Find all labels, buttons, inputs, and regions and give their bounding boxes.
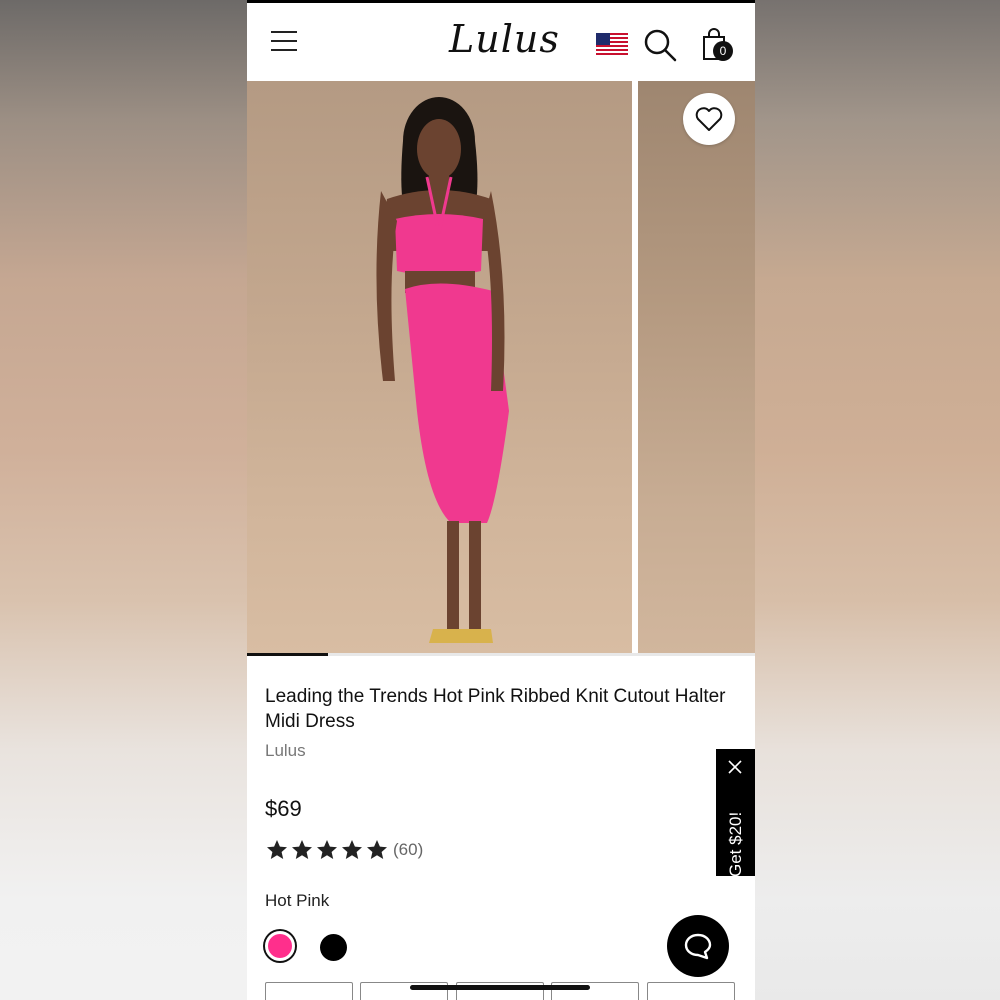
star-icon [267,840,287,859]
cart-count-badge: 0 [713,41,733,61]
review-count[interactable]: (60) [393,840,423,860]
star-icon [292,840,312,859]
home-indicator [410,985,590,990]
product-price: $69 [265,796,302,821]
phone-screen: Lulus 0 Leading the Trends Hot Pink Ribb… [247,0,755,1000]
logo[interactable]: Lulus [449,17,560,61]
search-icon[interactable] [643,28,677,62]
selected-color-label: Hot Pink [265,891,330,910]
product-brand[interactable]: Lulus [265,741,306,761]
color-swatch-black[interactable] [320,934,347,961]
chat-bubble-icon [684,933,712,960]
star-icon [342,840,362,859]
size-option[interactable] [265,982,353,1000]
us-flag-icon[interactable] [596,33,628,57]
promo-tab[interactable]: Get $20! [716,749,755,877]
heart-icon [695,107,723,131]
star-icon [367,840,387,859]
star-icon [317,840,337,859]
size-option[interactable] [647,982,735,1000]
site-header: Lulus 0 [247,3,755,81]
chat-button[interactable] [667,915,729,977]
gallery-progress-bar [247,653,755,656]
color-swatch-hot-pink[interactable] [265,931,295,961]
background-right [755,0,1000,1000]
product-gallery[interactable] [247,81,755,656]
model-illustration [376,97,509,643]
rating-stars[interactable]: (60) [265,838,423,862]
menu-icon[interactable] [271,31,297,51]
wishlist-button[interactable] [683,93,735,145]
product-title: Leading the Trends Hot Pink Ribbed Knit … [265,686,726,732]
product-photo-main[interactable] [247,81,632,654]
background-left [0,0,247,1000]
close-icon[interactable] [727,759,743,775]
promo-label[interactable]: Get $20! [726,812,746,877]
product-photo-next[interactable] [638,81,755,654]
gallery-progress-fill [247,653,329,656]
